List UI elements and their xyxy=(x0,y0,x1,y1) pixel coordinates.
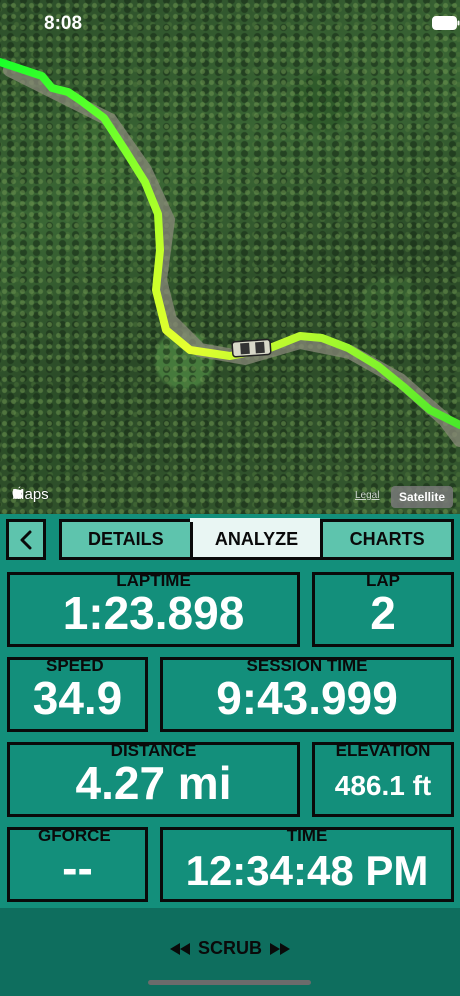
map-view[interactable]: 8:08 Maps Legal Satellite xyxy=(0,0,460,514)
session-time-card: SESSION TIME 9:43.999 xyxy=(160,656,454,732)
tab-details[interactable]: DETAILS xyxy=(62,522,190,557)
distance-card: DISTANCE 4.27 mi xyxy=(7,741,300,817)
time-value: 12:34:48 PM xyxy=(185,847,429,894)
maps-attribution: Maps xyxy=(12,486,49,503)
battery-icon xyxy=(432,16,460,30)
telemetry-panel: DETAILS ANALYZE CHARTS LAPTIME 1:23.898 … xyxy=(0,514,460,908)
scrub-control[interactable]: SCRUB xyxy=(0,938,460,959)
scrub-bar: SCRUB xyxy=(0,908,460,996)
satellite-button[interactable]: Satellite xyxy=(391,486,454,508)
home-indicator xyxy=(148,980,311,985)
lap-card: LAP 2 xyxy=(312,571,454,647)
time-label: TIME xyxy=(286,826,328,845)
fast-forward-icon[interactable] xyxy=(270,942,290,955)
tab-bar: DETAILS ANALYZE CHARTS xyxy=(0,514,460,566)
back-button[interactable] xyxy=(6,519,46,560)
speed-card: SPEED 34.9 xyxy=(7,656,148,732)
status-bar: 8:08 xyxy=(0,0,460,50)
gforce-card: GFORCE -- xyxy=(7,826,148,902)
car-icon xyxy=(231,338,272,358)
apple-logo-icon xyxy=(12,486,23,499)
rewind-icon[interactable] xyxy=(169,942,190,955)
scrub-label: SCRUB xyxy=(197,938,262,958)
legal-link[interactable]: Legal xyxy=(355,490,379,501)
elevation-card: ELEVATION 486.1 ft xyxy=(312,741,454,817)
map-overlay xyxy=(0,58,460,447)
segmented-tabs: DETAILS ANALYZE CHARTS xyxy=(59,519,454,560)
speed-value: 34.9 xyxy=(32,672,123,724)
elevation-value: 486.1 ft xyxy=(334,770,432,801)
session-time-value: 9:43.999 xyxy=(216,672,398,724)
gforce-value: -- xyxy=(62,842,93,894)
laptime-value: 1:23.898 xyxy=(62,587,245,639)
status-time: 8:08 xyxy=(44,13,83,34)
tab-analyze[interactable]: ANALYZE xyxy=(189,522,321,557)
time-card: TIME 12:34:48 PM xyxy=(160,826,454,902)
lap-value: 2 xyxy=(370,587,396,639)
chevron-left-icon xyxy=(20,530,32,549)
tab-charts[interactable]: CHARTS xyxy=(320,522,451,557)
laptime-card: LAPTIME 1:23.898 xyxy=(7,571,300,647)
elevation-label: ELEVATION xyxy=(335,741,431,760)
road xyxy=(3,63,460,447)
distance-value: 4.27 mi xyxy=(75,757,232,809)
